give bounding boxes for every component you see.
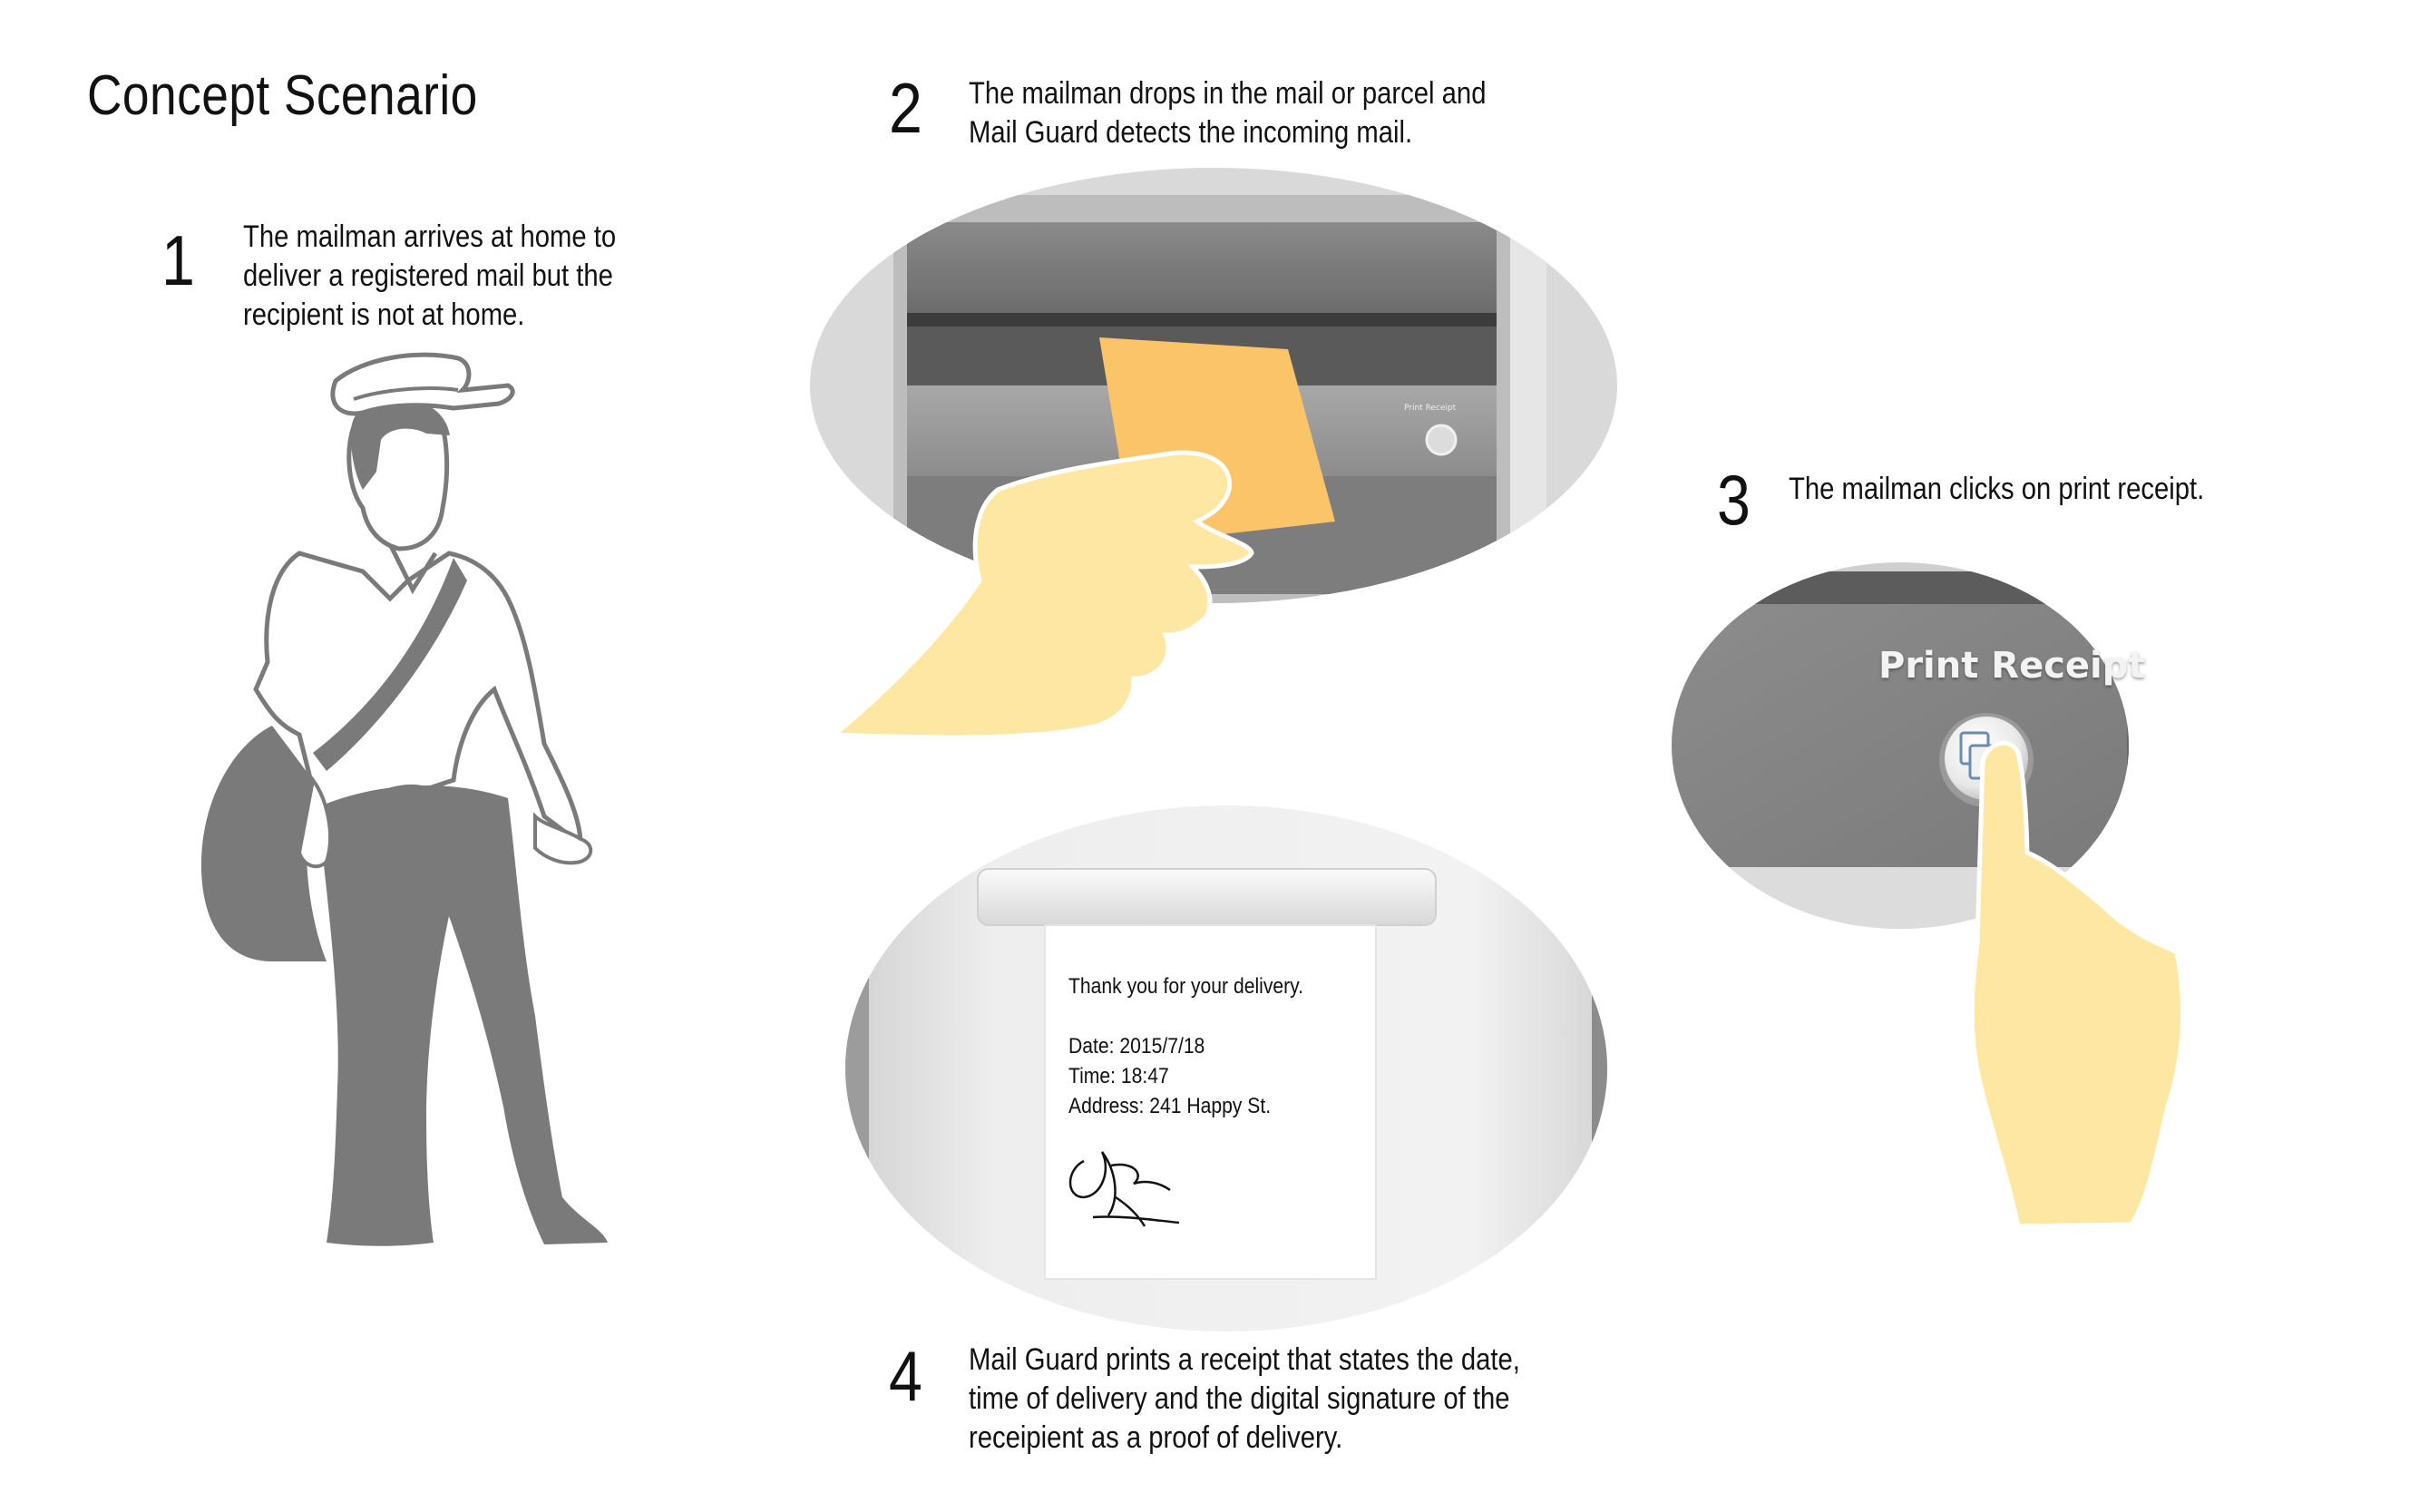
step-2-line: The mailman drops in the mail or parcel … xyxy=(969,76,1487,111)
print-button xyxy=(1945,717,2028,800)
step-4-number: 4 xyxy=(889,1336,922,1416)
signature xyxy=(1068,1151,1180,1227)
receipt-slot xyxy=(977,868,1437,926)
receipt-time: Time: 18:47 xyxy=(1068,1064,1169,1088)
page-title: Concept Scenario xyxy=(87,64,478,127)
print-receipt-label: Print Receipt xyxy=(1878,645,2146,687)
step-1-line: recipient is not at home. xyxy=(243,298,525,332)
letter-envelope xyxy=(1099,337,1335,544)
mailman-figure xyxy=(200,352,608,1246)
step-2-number: 2 xyxy=(889,68,922,148)
step-3-description: The mailman clicks on print receipt. xyxy=(1789,470,2204,509)
step-3-number: 3 xyxy=(1717,460,1751,540)
printer-icon xyxy=(1959,731,1997,780)
step-2-description: The mailman drops in the mail or parcel … xyxy=(969,74,1486,152)
receipt-address: Address: 241 Happy St. xyxy=(1068,1094,1272,1118)
step-4-description: Mail Guard prints a receipt that states … xyxy=(969,1341,1520,1458)
step-4-line: Mail Guard prints a receipt that states … xyxy=(969,1342,1520,1377)
step-4-line: time of delivery and the digital signatu… xyxy=(969,1381,1510,1416)
step-4-line: receipient as a proof of delivery. xyxy=(969,1420,1343,1455)
receipt-date: Date: 2015/7/18 xyxy=(1068,1034,1205,1058)
step-3-line: The mailman clicks on print receipt. xyxy=(1789,472,2205,506)
step-1-line: The mailman arrives at home to xyxy=(243,219,617,254)
mailbox-panel-label: Print Receipt xyxy=(1404,404,1457,413)
step-1-number: 1 xyxy=(161,220,195,300)
step-1-line: deliver a registered mail but the xyxy=(243,259,613,293)
receipt-thanks: Thank you for your delivery. xyxy=(1068,974,1304,999)
hand-dropping-mail xyxy=(828,450,1254,740)
finger-pressing-button xyxy=(1969,740,2186,1229)
step-2-line: Mail Guard detects the incoming mail. xyxy=(969,115,1413,150)
step-1-description: The mailman arrives at home to deliver a… xyxy=(243,218,616,335)
